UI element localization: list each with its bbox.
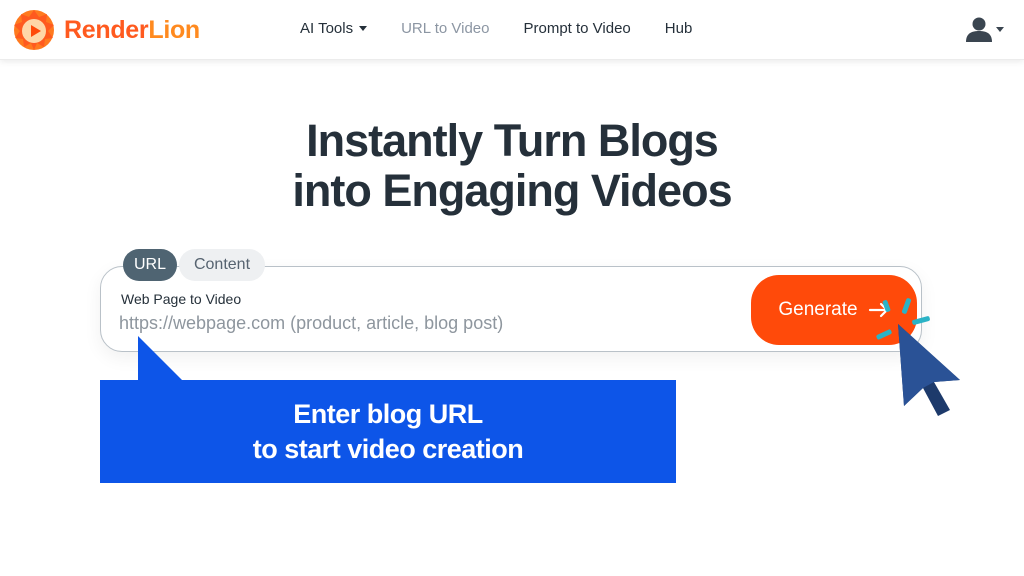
chevron-down-icon bbox=[359, 26, 368, 31]
nav-url-to-video-label: URL to Video bbox=[401, 20, 490, 37]
tab-content[interactable]: Content bbox=[179, 249, 265, 281]
brand-name-part1: Render bbox=[64, 15, 149, 44]
hero-headline: Instantly Turn Blogs into Engaging Video… bbox=[0, 116, 1024, 216]
instruction-callout: Enter blog URL to start video creation bbox=[100, 380, 676, 483]
headline-line-1: Instantly Turn Blogs bbox=[306, 115, 719, 166]
brand-name-part2: Lion bbox=[148, 15, 200, 44]
input-mode-tabs: URL Content bbox=[123, 249, 265, 281]
nav-hub-label: Hub bbox=[664, 20, 693, 37]
renderlion-logo-icon bbox=[14, 10, 54, 50]
mouse-pointer-icon bbox=[898, 324, 960, 416]
url-input[interactable] bbox=[119, 309, 719, 337]
nav-ai-tools-label: AI Tools bbox=[300, 20, 354, 37]
nav-url-to-video[interactable]: URL to Video bbox=[401, 20, 489, 37]
field-label: Web Page to Video bbox=[121, 291, 242, 307]
chevron-down-icon bbox=[996, 26, 1004, 32]
brand-logo[interactable]: RenderLion bbox=[12, 8, 200, 52]
generate-button-label: Generate bbox=[778, 299, 858, 320]
main-nav: AI Tools URL to Video Prompt to Video Hu… bbox=[300, 20, 726, 37]
callout-line-1: Enter blog URL bbox=[293, 398, 483, 429]
callout-line-2: to start video creation bbox=[252, 433, 524, 464]
nav-hub[interactable]: Hub bbox=[665, 20, 693, 37]
headline-line-2: into Engaging Videos bbox=[292, 165, 732, 216]
nav-prompt-to-video[interactable]: Prompt to Video bbox=[523, 20, 630, 37]
tab-url[interactable]: URL bbox=[123, 249, 177, 281]
top-nav-bar: RenderLion AI Tools URL to Video Prompt … bbox=[0, 0, 1024, 60]
callout-pointer bbox=[138, 336, 184, 382]
account-menu[interactable] bbox=[964, 14, 1004, 44]
user-icon bbox=[966, 17, 992, 42]
nav-ai-tools[interactable]: AI Tools bbox=[300, 20, 368, 37]
nav-prompt-to-video-label: Prompt to Video bbox=[523, 20, 631, 37]
